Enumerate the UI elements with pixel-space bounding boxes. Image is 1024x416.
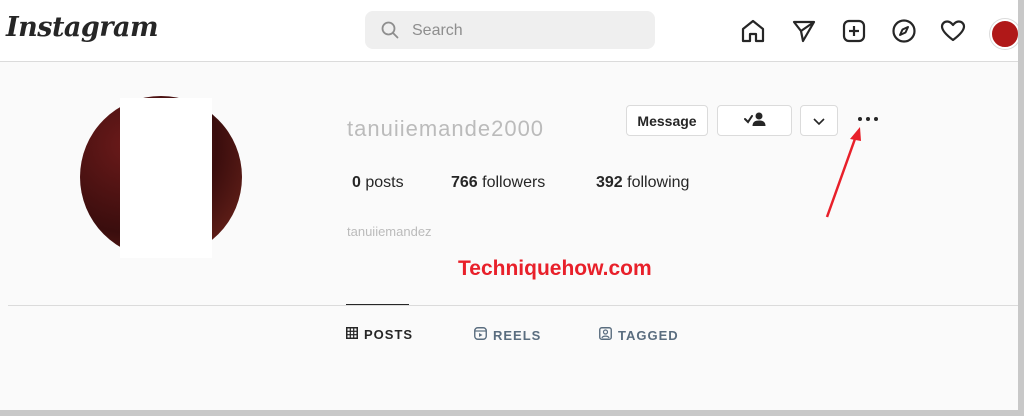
explore-icon[interactable] — [891, 18, 917, 49]
watermark-text: Techniquehow.com — [458, 257, 652, 280]
followers-count[interactable]: 766 followers — [451, 174, 545, 192]
search-input[interactable]: Search — [412, 22, 463, 40]
person-check-icon — [743, 111, 766, 130]
home-icon[interactable] — [740, 18, 766, 49]
more-options-icon[interactable] — [858, 117, 878, 121]
search-box[interactable]: Search — [365, 11, 655, 49]
following-button[interactable] — [717, 105, 792, 136]
tab-posts-label: POSTS — [364, 327, 414, 342]
redaction-block — [120, 98, 212, 258]
tab-posts[interactable]: POSTS — [346, 327, 413, 342]
profile-avatar[interactable] — [990, 19, 1020, 49]
tab-tagged-label: TAGGED — [618, 327, 679, 343]
profile-full-name: tanuiiemandez — [347, 224, 432, 238]
search-icon — [381, 21, 399, 44]
direct-message-icon[interactable] — [791, 18, 817, 49]
activity-heart-icon[interactable] — [940, 18, 966, 49]
screenshot-border — [0, 410, 1024, 416]
instagram-logo[interactable]: Instagram — [6, 12, 159, 43]
posts-count: 0 posts — [352, 174, 404, 191]
new-post-icon[interactable] — [841, 18, 867, 49]
top-navigation-bar: Instagram Search — [0, 0, 1020, 62]
following-count[interactable]: 392 following — [596, 174, 689, 192]
reels-icon — [474, 327, 487, 343]
tagged-icon — [599, 327, 612, 343]
screenshot-border — [1018, 0, 1024, 416]
tabs-divider — [8, 305, 1018, 306]
grid-icon — [346, 327, 358, 342]
tab-tagged[interactable]: TAGGED — [599, 327, 679, 343]
active-tab-indicator — [346, 304, 409, 305]
tab-reels[interactable]: REELS — [474, 327, 541, 343]
tab-reels-label: REELS — [493, 327, 542, 343]
profile-username: tanuiiemande2000 — [347, 116, 545, 136]
message-button[interactable]: Message — [626, 105, 708, 136]
red-arrow-annotation — [825, 127, 861, 218]
message-button-label: Message — [637, 112, 697, 129]
